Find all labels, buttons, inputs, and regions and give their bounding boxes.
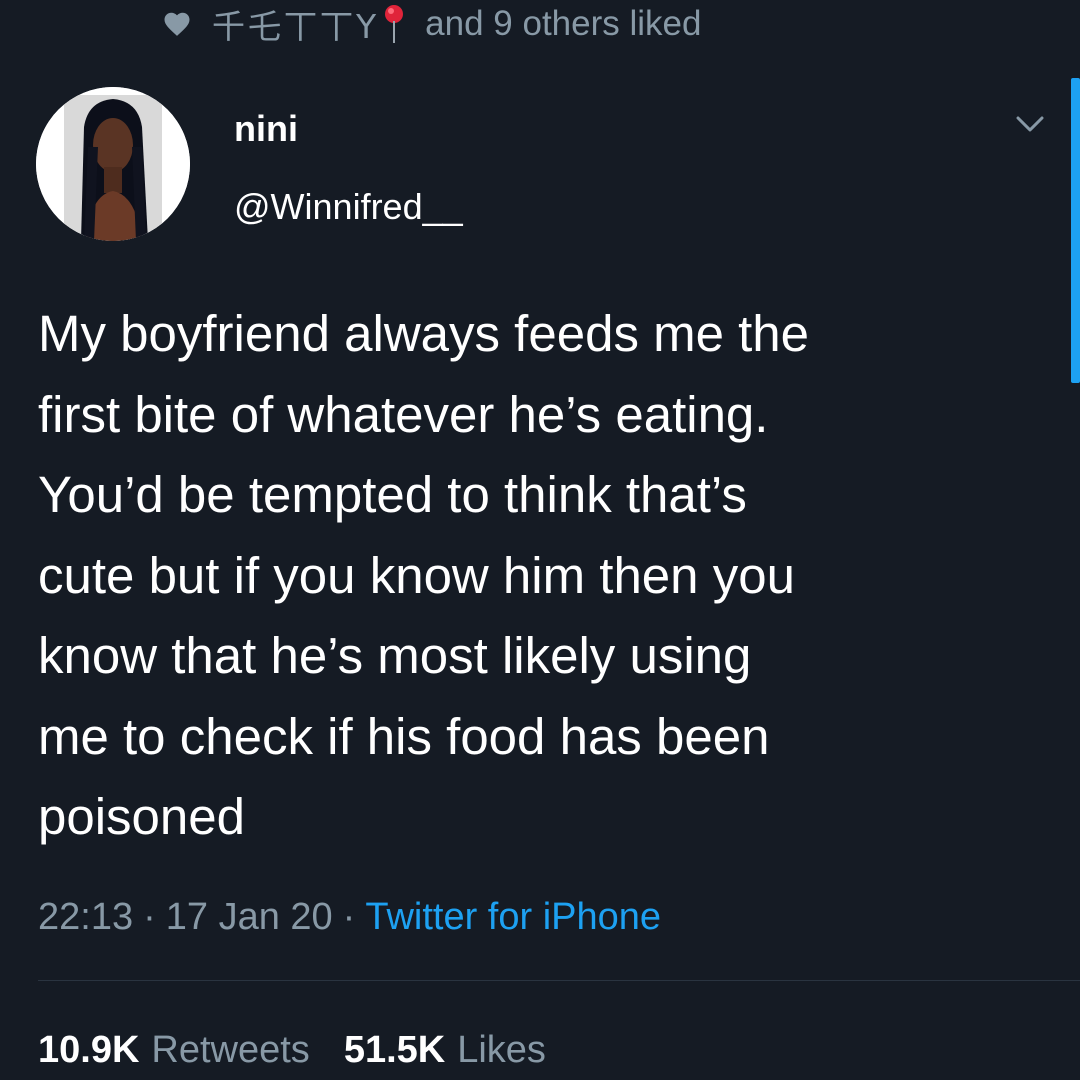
tweet-date: 17 Jan 20: [165, 895, 333, 938]
social-context[interactable]: 千乇丅丅Y and 9 others liked: [162, 0, 701, 48]
divider: [38, 980, 1080, 981]
tweet-text: My boyfriend always feeds me the first b…: [38, 305, 810, 845]
avatar-photo: [36, 87, 190, 241]
tweet-source-link[interactable]: Twitter for iPhone: [365, 896, 661, 939]
likes-count[interactable]: 51.5K: [344, 1029, 445, 1072]
scrollbar[interactable]: [1071, 78, 1080, 383]
liked-by-text: and 9 others liked: [425, 4, 702, 43]
tweet-detail-screen: 千乇丅丅Y and 9 others liked nini @Winnifred…: [0, 0, 1080, 1080]
author-handle[interactable]: @Winnifred__: [234, 186, 463, 228]
meta-separator: ·: [342, 895, 356, 938]
tweet-time: 22:13: [38, 895, 134, 938]
round-pushpin-icon: [385, 5, 404, 43]
meta-separator: ·: [143, 895, 156, 938]
heart-icon: [164, 12, 190, 36]
retweets-label[interactable]: Retweets: [151, 1029, 309, 1072]
likes-label[interactable]: Likes: [457, 1029, 546, 1072]
liker-name[interactable]: 千乇丅丅Y: [212, 0, 379, 48]
tweet-meta: 22:13 · 17 Jan 20 · Twitter for iPhone: [38, 892, 661, 942]
tweet-stats: 10.9K Retweets 51.5K Likes: [38, 1024, 580, 1076]
author-display-name[interactable]: nini: [234, 108, 298, 150]
avatar[interactable]: [36, 87, 190, 241]
retweets-count[interactable]: 10.9K: [38, 1029, 139, 1072]
chevron-down-icon[interactable]: [1012, 110, 1048, 138]
